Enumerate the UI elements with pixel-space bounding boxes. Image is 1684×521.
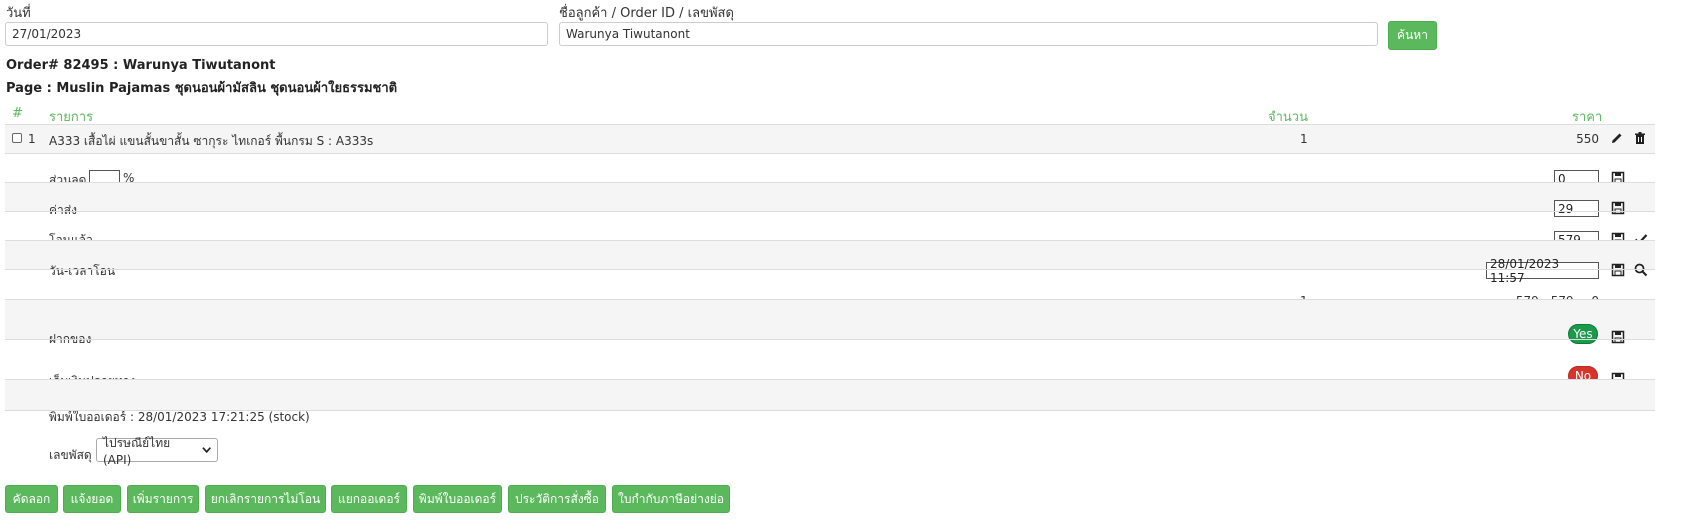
item-number: 1 <box>28 132 36 146</box>
tracking-label: เลขพัสดุ <box>49 448 92 462</box>
item-price: 550 <box>1576 132 1599 146</box>
order-page: Page : Muslin Pajamas ชุดนอนผ้ามัสลิน ชุ… <box>6 81 398 96</box>
table-row-tracking <box>5 410 1655 451</box>
order-header: Order# 82495 : Warunya Tiwutanont <box>6 58 276 73</box>
abbreviated-tax-invoice-button[interactable]: ใบกำกับภาษีอย่างย่อ <box>612 485 730 513</box>
order-history-button[interactable]: ประวัติการสั่งซื้อ <box>508 485 606 513</box>
cancel-unpaid-items-button[interactable]: ยกเลิกรายการไม่โอน <box>205 485 326 513</box>
edit-pencil-icon[interactable] <box>1610 131 1624 145</box>
trash-icon[interactable] <box>1633 131 1647 145</box>
item-name: A333 เสื้อไผ่ แขนสั้นขาสั้น ซากุระ ไทเกอ… <box>49 134 374 148</box>
table-row-shipping <box>5 182 1655 211</box>
split-order-button[interactable]: แยกออเดอร์ <box>331 485 407 513</box>
col-no-header: # <box>12 106 23 121</box>
table-row-total <box>5 269 1655 299</box>
chevron-down-icon <box>201 447 211 454</box>
search-input[interactable]: Warunya Tiwutanont <box>559 22 1378 46</box>
item-qty: 1 <box>1300 132 1308 146</box>
notify-amount-button[interactable]: แจ้งยอด <box>63 485 121 513</box>
copy-button[interactable]: คัดลอก <box>5 485 58 513</box>
table-row-cod <box>5 339 1655 379</box>
item-checkbox[interactable] <box>12 133 22 143</box>
table-row-deposit <box>5 299 1655 339</box>
add-item-button[interactable]: เพิ่มรายการ <box>127 485 199 513</box>
carrier-select[interactable]: ไปรษณีย์ไทย (API) <box>96 436 218 467</box>
search-button[interactable]: ค้นหา <box>1388 21 1437 50</box>
print-order-button[interactable]: พิมพ์ใบออเดอร์ <box>413 485 502 513</box>
table-row-transfer-time <box>5 240 1655 269</box>
carrier-selected-value: ไปรษณีย์ไทย (API) <box>103 435 171 467</box>
search-label: ชื่อลูกค้า / Order ID / เลขพัสดุ <box>559 6 734 21</box>
table-row-paid <box>5 211 1655 240</box>
date-input[interactable]: 27/01/2023 <box>5 22 548 46</box>
table-row-discount <box>5 153 1655 182</box>
date-label: วันที่ <box>6 6 31 21</box>
table-row-printed <box>5 379 1655 410</box>
